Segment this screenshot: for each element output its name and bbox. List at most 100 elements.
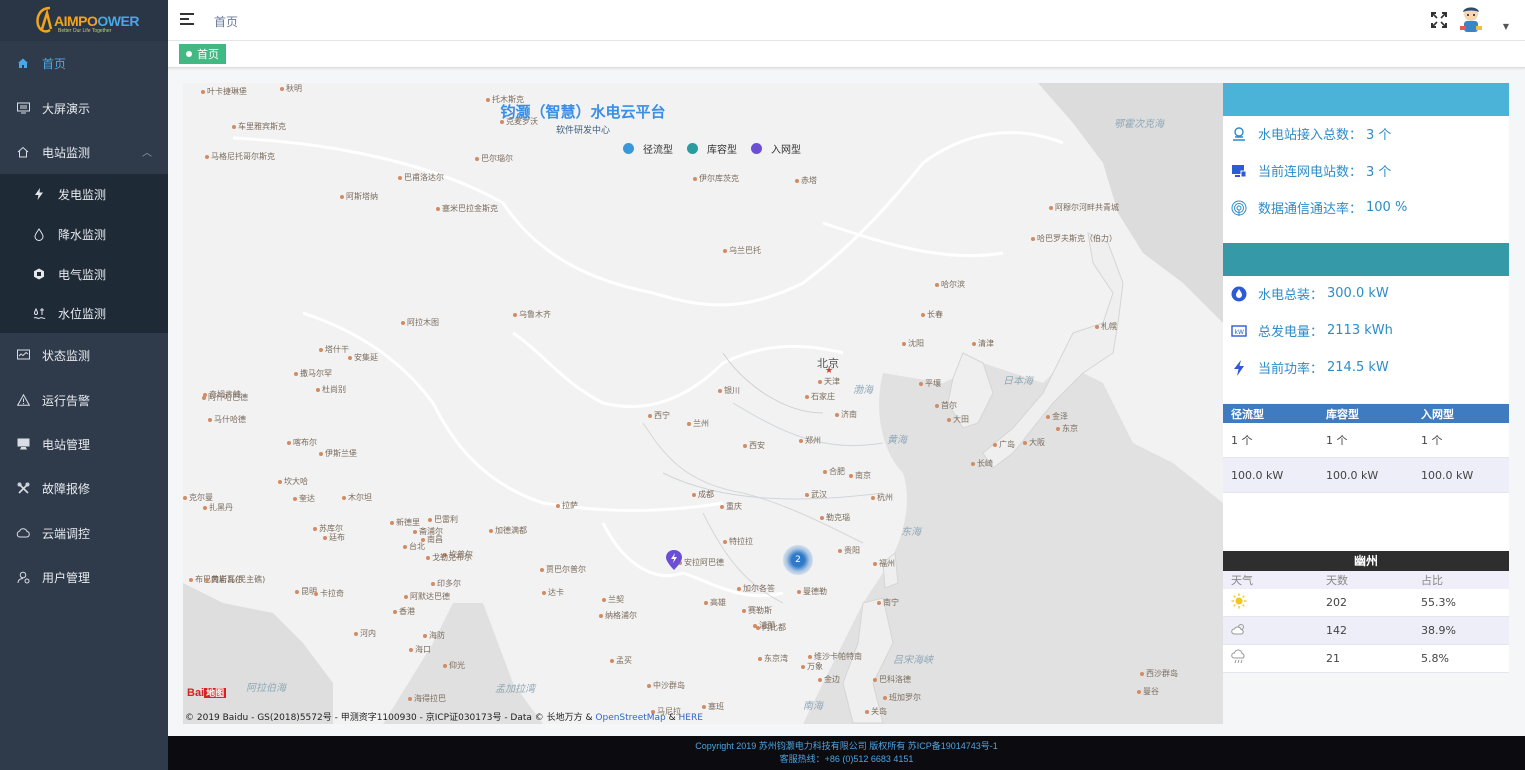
logo-brand-b: OWER — [97, 12, 139, 29]
map-city-label: 塞班 — [702, 701, 724, 712]
sidebar-item-electric[interactable]: 电气监测 — [0, 254, 168, 294]
map-city-label: 奎达 — [293, 493, 315, 504]
sidebar-item-label: 运行告警 — [42, 393, 91, 408]
avatar[interactable] — [1455, 4, 1487, 36]
sidebar-item-station-manage[interactable]: 电站管理 — [0, 422, 168, 466]
map-city-label: 札幌 — [1095, 321, 1117, 332]
sidebar-item-big-screen[interactable]: 大屏演示 — [0, 86, 168, 130]
status-icon — [16, 348, 30, 362]
map-sea-label: 渤海 — [853, 385, 873, 396]
sidebar-item-repair[interactable]: 故障报修 — [0, 466, 168, 510]
map-city-label: 曼谷 — [1137, 686, 1159, 697]
map-city-label: 勒克瑙 — [820, 512, 850, 523]
sidebar-item-station-monitor[interactable]: 电站监测 ︿ — [0, 130, 168, 174]
bolt-icon — [1231, 359, 1247, 376]
map-city-label: 安拉阿巴德 — [678, 557, 724, 568]
breadcrumb[interactable]: 首页 — [214, 13, 238, 30]
map-sea-label: 孟加拉湾 — [495, 684, 535, 695]
map-city-label: 纳格浦尔 — [599, 610, 637, 621]
map-city-label: 阿斯塔纳 — [340, 191, 378, 202]
user-menu-caret-icon[interactable]: ▼ — [1503, 22, 1509, 31]
map-city-label: 印多尔 — [431, 578, 461, 589]
map-city-label: 哈巴罗夫斯克（伯力） — [1031, 233, 1117, 244]
sidebar-subitem-label: 水位监测 — [58, 306, 107, 321]
map-city-label: 扎黑丹 — [203, 502, 233, 513]
weather-days: 142 — [1326, 624, 1347, 637]
tab-home[interactable]: 首页 — [179, 44, 226, 64]
cluster-count: 2 — [795, 555, 801, 565]
table-cell: 100.0 kW — [1421, 468, 1474, 482]
map-city-label: 伊尔库茨克 — [693, 173, 739, 184]
map-city-label: 巴雷利 — [428, 514, 458, 525]
map-city-label: 银川 — [718, 385, 740, 396]
footer: Copyright 2019 苏州钧灏电力科技有限公司 版权所有 苏ICP备19… — [168, 736, 1525, 770]
water-level-icon — [32, 306, 46, 320]
map-city-label: 曼德勒 — [797, 586, 827, 597]
map-city-label: 塞米巴拉金斯克 — [436, 203, 498, 214]
sidebar-item-users[interactable]: 用户管理 — [0, 555, 168, 599]
map-city-label: 关岛 — [865, 706, 887, 717]
sidebar-item-status-monitor[interactable]: 状态监测 — [0, 333, 168, 377]
map-city-label: 金泽 — [1046, 411, 1068, 422]
map-city-label: 巴甫洛达尔 — [398, 172, 444, 183]
map-view[interactable]: 钧灏（智慧）水电云平台 软件研发中心 径流型 库容型 入网型 叶卡捷琳堡 秋明 托木… — [183, 83, 1223, 724]
map-copyright: © 2019 Baidu - GS(2018)5572号 - 甲测资字11009… — [185, 713, 703, 723]
capital-star-icon: ★ — [825, 366, 834, 376]
station-stats-box: 水电站接入总数： 3 个 当前连网电站数： 3 个 数据通信通达率： 100 % — [1223, 116, 1509, 243]
sidebar-item-home[interactable]: 首页 — [0, 41, 168, 85]
map-title: 钧灏（智慧）水电云平台 — [500, 103, 666, 121]
logo[interactable]: AIMPOOWER Better Our Life Together — [0, 0, 168, 41]
menu-toggle-icon[interactable] — [180, 13, 194, 27]
station-submenu: 发电监测 降水监测 电气监测 水位监测 — [0, 174, 168, 333]
sidebar-item-label: 云端调控 — [42, 526, 91, 541]
map-city-label: 阿什哈巴德 — [202, 392, 248, 403]
chevron-up-icon: ︿ — [142, 148, 152, 159]
sidebar-item-label: 用户管理 — [42, 570, 91, 585]
legend-dot — [623, 143, 634, 154]
table-cell: 100.0 kW — [1326, 468, 1379, 482]
legend-item-reservoir[interactable]: 库容型 — [687, 141, 737, 156]
map-city-label: 伊斯兰堡 — [319, 448, 357, 459]
weather-header: 天气 天数 占比 — [1223, 571, 1509, 589]
weather-ratio: 5.8% — [1421, 652, 1449, 665]
map-city-label: 喀布尔 — [287, 437, 317, 448]
osm-link[interactable]: OpenStreetMap — [595, 713, 665, 723]
map-city-label: 巴尔瑙尔 — [475, 153, 513, 164]
legend-dot — [751, 143, 762, 154]
legend-label: 入网型 — [771, 145, 801, 156]
station-type-table: 径流型 库容型 入网型 1 个 1 个 1 个 100.0 kW 100.0 k… — [1223, 404, 1509, 551]
sidebar-item-alarm[interactable]: 运行告警 — [0, 378, 168, 422]
sidebar-item-precipitation[interactable]: 降水监测 — [0, 214, 168, 254]
map-sea-label: 鄂霍次克海 — [1114, 119, 1164, 130]
sidebar-item-label: 首页 — [42, 56, 67, 71]
map-city-label: 南京 — [849, 470, 871, 481]
sidebar-item-water-level[interactable]: 水位监测 — [0, 293, 168, 333]
footer-copyright: Copyright 2019 苏州钧灏电力科技有限公司 版权所有 苏ICP备19… — [695, 741, 998, 751]
here-link[interactable]: HERE — [679, 713, 703, 723]
map-city-label: 香港 — [393, 606, 415, 617]
legend-item-runoff[interactable]: 径流型 — [623, 141, 673, 156]
table-filler — [1223, 493, 1509, 551]
sidebar: AIMPOOWER Better Our Life Together 首页 大屏… — [0, 0, 168, 770]
bolt-icon — [32, 187, 46, 201]
fullscreen-icon[interactable] — [1431, 12, 1447, 28]
legend-item-grid[interactable]: 入网型 — [751, 141, 801, 156]
map-city-label: 车里雅宾斯克 — [232, 121, 286, 132]
table-cell: 1 个 — [1326, 434, 1348, 447]
map-city-label: 高雄 — [704, 597, 726, 608]
sidebar-item-label: 电站管理 — [42, 437, 91, 452]
map-city-label: 郑州 — [799, 435, 821, 446]
weather-days: 21 — [1326, 652, 1340, 665]
map-city-label: 海防 — [423, 630, 445, 641]
map-city-label: 首尔 — [935, 400, 957, 411]
map-city-label: 安集延 — [348, 352, 378, 363]
station-access-icon — [1231, 126, 1247, 142]
station-cluster-marker[interactable]: 2 — [783, 545, 813, 575]
map-city-label: 西安 — [743, 440, 765, 451]
sidebar-item-generation[interactable]: 发电监测 — [0, 174, 168, 214]
map-city-label: 克麦罗沃 — [500, 116, 538, 127]
map-city-label: 赤塔 — [795, 175, 817, 186]
station-marker-icon[interactable] — [665, 549, 683, 571]
map-city-label: 福州 — [873, 558, 895, 569]
sidebar-item-cloud[interactable]: 云端调控 — [0, 511, 168, 555]
